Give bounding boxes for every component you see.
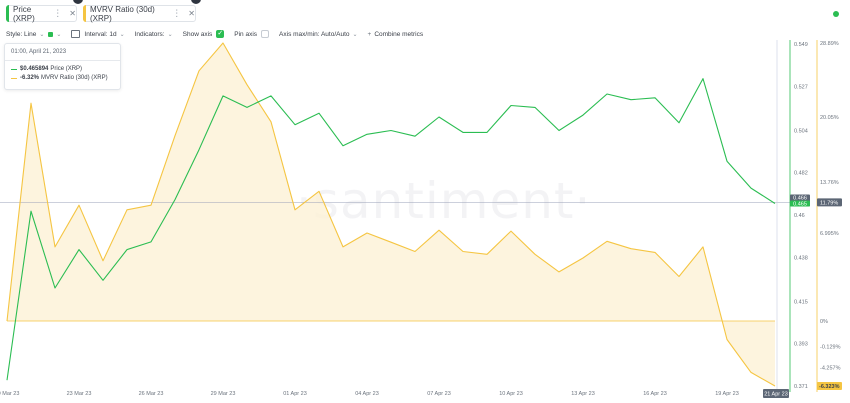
tooltip-date: 01:00, April 21, 2023 — [11, 49, 67, 55]
chart-area[interactable]: 0.549 0.527 0.504 0.482 0.46 0.438 0.415 0.393 0… — [0, 0, 850, 403]
price-axis-tick-label: 0.482 — [794, 171, 808, 177]
x-axis-tick-label: 07 Apr 23 — [427, 391, 451, 397]
x-axis-tick-label: 23 Mar 23 — [67, 391, 92, 397]
tooltip-price-value: $0.465894 — [20, 66, 49, 72]
tooltip-mvrv-name: MVRV Ratio (30d) (XRP) — [41, 75, 108, 81]
x-axis-tick-label: 19 Apr 23 — [715, 391, 739, 397]
x-axis-tick-label: 26 Mar 23 — [139, 391, 164, 397]
mvrv-axis-tick-label: 20.05% — [820, 115, 839, 121]
mvrv-axis-tick-label: 13.76% — [820, 180, 839, 186]
price-axis-tick-label: 0.415 — [794, 299, 808, 305]
x-axis-tick-label: 01 Apr 23 — [283, 391, 307, 397]
price-line-marker — [11, 68, 17, 70]
price-axis-tick-label: 0.527 — [794, 84, 808, 90]
tooltip-row-mvrv: -6.32% MVRV Ratio (30d) (XRP) — [11, 75, 108, 81]
x-axis-tick-label: 20 Mar 23 — [0, 391, 19, 397]
mvrv-area — [7, 43, 775, 386]
price-badge-lower: 0.465 — [793, 201, 807, 207]
x-axis-tick-label: 10 Apr 23 — [499, 391, 523, 397]
x-axis-tick-label: 29 Mar 23 — [211, 391, 236, 397]
mvrv-badge: -6.323% — [819, 384, 840, 390]
mvrv-axis-tick-label: 0% — [820, 319, 828, 325]
tooltip-price-name: Price (XRP) — [50, 66, 83, 72]
price-axis-tick-label: 0.371 — [794, 384, 808, 390]
price-axis-tick-label: 0.549 — [794, 42, 808, 48]
crosshair-badge: 11.79% — [820, 200, 838, 206]
tooltip-divider — [5, 60, 120, 61]
tooltip-mvrv-value: -6.32% — [20, 75, 40, 81]
last-date-badge: 21 Apr 23 — [764, 392, 788, 398]
price-axis-tick-label: 0.46 — [794, 213, 805, 219]
price-axis-tick-label: 0.438 — [794, 255, 808, 261]
mvrv-axis-tick-label: 28.89% — [820, 41, 839, 47]
mvrv-axis-tick-label: 6.995% — [820, 231, 839, 237]
hover-tooltip: 01:00, April 21, 2023 $0.465894 Price (X… — [4, 43, 121, 90]
price-axis-tick-label: 0.393 — [794, 342, 808, 348]
x-axis-tick-label: 13 Apr 23 — [571, 391, 595, 397]
mvrv-line-marker — [11, 77, 17, 79]
mvrv-axis-tick-label: -0.129% — [820, 345, 841, 351]
price-axis-tick-label: 0.504 — [794, 128, 808, 134]
mvrv-series-line — [6, 42, 776, 387]
mvrv-area-fill — [7, 43, 775, 386]
series-lines — [0, 40, 810, 390]
tooltip-row-price: $0.465894 Price (XRP) — [11, 66, 82, 72]
x-axis-tick-label: 04 Apr 23 — [355, 391, 379, 397]
mvrv-axis-tick-label: -4.257% — [820, 365, 841, 371]
x-axis-tick-label: 16 Apr 23 — [643, 391, 667, 397]
